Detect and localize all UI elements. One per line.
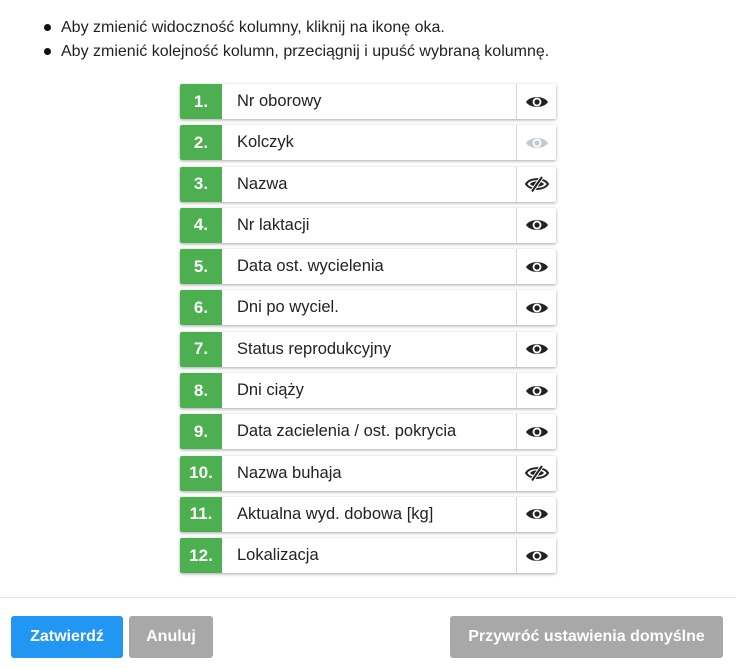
column-label: Dni ciąży xyxy=(237,381,304,400)
footer-divider xyxy=(0,597,736,598)
visibility-toggle[interactable] xyxy=(516,207,556,243)
column-row[interactable]: 4. Nr laktacji xyxy=(180,207,556,243)
visibility-toggle[interactable] xyxy=(516,496,556,532)
instruction-item: Aby zmienić kolejność kolumn, przeciągni… xyxy=(44,40,724,64)
column-row[interactable]: 7. Status reprodukcyjny xyxy=(180,331,556,367)
column-row[interactable]: 5. Data ost. wycielenia xyxy=(180,249,556,285)
column-label: Aktualna wyd. dobowa [kg] xyxy=(237,504,434,523)
column-row[interactable]: 1. Nr oborowy xyxy=(180,84,556,119)
eye-icon xyxy=(525,506,549,522)
column-number-badge: 7. xyxy=(180,331,222,367)
visibility-toggle[interactable] xyxy=(516,290,556,326)
eye-disabled-icon xyxy=(525,135,549,151)
reset-defaults-button[interactable]: Przywróć ustawienia domyślne xyxy=(450,616,723,658)
eye-icon xyxy=(525,341,549,357)
visibility-toggle[interactable] xyxy=(516,538,556,574)
column-label: Nr oborowy xyxy=(237,92,322,110)
column-label: Data ost. wycielenia xyxy=(237,257,384,276)
visibility-toggle[interactable] xyxy=(516,373,556,409)
eye-slash-icon xyxy=(524,465,549,482)
visibility-toggle[interactable] xyxy=(516,84,556,119)
visibility-toggle xyxy=(516,125,556,161)
column-row[interactable]: 11. Aktualna wyd. dobowa [kg] xyxy=(180,496,556,532)
eye-icon xyxy=(525,548,549,564)
column-number-badge: 12. xyxy=(180,538,222,574)
eye-icon xyxy=(525,383,549,399)
column-label: Lokalizacja xyxy=(237,546,319,565)
column-number-badge: 11. xyxy=(180,496,222,532)
column-label: Nazwa buhaja xyxy=(237,463,342,482)
column-number-badge: 8. xyxy=(180,373,222,409)
visibility-toggle[interactable] xyxy=(516,414,556,450)
instructions-list: Aby zmienić widoczność kolumny, kliknij … xyxy=(44,16,724,64)
cancel-button[interactable]: Anuluj xyxy=(129,616,213,658)
instruction-item: Aby zmienić widoczność kolumny, kliknij … xyxy=(44,16,724,40)
eye-icon xyxy=(525,300,549,316)
column-row[interactable]: 2. Kolczyk xyxy=(180,125,556,161)
column-row[interactable]: 6. Dni po wyciel. xyxy=(180,290,556,326)
column-label: Nazwa xyxy=(237,174,288,193)
eye-icon xyxy=(525,94,549,110)
eye-slash-icon xyxy=(524,176,549,193)
column-row[interactable]: 10. Nazwa buhaja xyxy=(180,455,556,491)
column-number-badge: 2. xyxy=(180,125,222,161)
visibility-toggle[interactable] xyxy=(516,166,556,202)
column-label: Dni po wyciel. xyxy=(237,298,339,317)
visibility-toggle[interactable] xyxy=(516,455,556,491)
visibility-toggle[interactable] xyxy=(516,331,556,367)
visibility-toggle[interactable] xyxy=(516,249,556,285)
column-label: Status reprodukcyjny xyxy=(237,339,392,358)
eye-icon xyxy=(525,424,549,440)
column-number-badge: 4. xyxy=(180,207,222,243)
column-number-badge: 5. xyxy=(180,249,222,285)
column-number-badge: 10. xyxy=(180,455,222,491)
column-row[interactable]: 12. Lokalizacja xyxy=(180,538,556,574)
column-label: Data zacielenia / ost. pokrycia xyxy=(237,422,457,441)
column-row[interactable]: 9. Data zacielenia / ost. pokrycia xyxy=(180,414,556,450)
column-number-badge: 9. xyxy=(180,414,222,450)
column-row[interactable]: 3. Nazwa xyxy=(180,166,556,202)
column-number-badge: 3. xyxy=(180,166,222,202)
column-label: Kolczyk xyxy=(237,133,294,152)
column-list: 1. Nr oborowy 2. Kolczyk 3. Nazwa 4. Nr laktacj… xyxy=(180,84,556,580)
column-number-badge: 6. xyxy=(180,290,222,326)
column-number-badge: 1. xyxy=(180,84,222,119)
confirm-button[interactable]: Zatwierdź xyxy=(11,616,123,658)
column-label: Nr laktacji xyxy=(237,215,310,234)
eye-icon xyxy=(525,259,549,275)
eye-icon xyxy=(525,217,549,233)
column-row[interactable]: 8. Dni ciąży xyxy=(180,373,556,409)
